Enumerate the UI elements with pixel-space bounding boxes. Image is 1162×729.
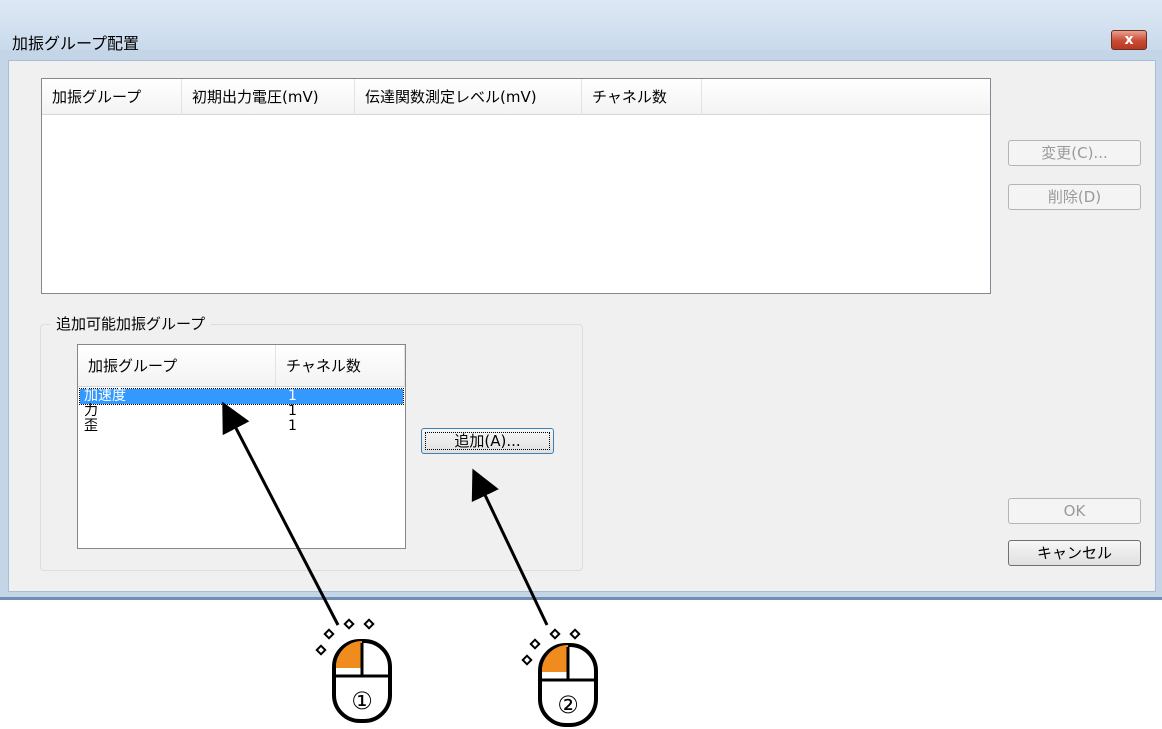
- step-number: ②: [557, 691, 579, 719]
- available-groups-list[interactable]: 加振グループ チャネル数 加速度 1 力 1 歪 1: [77, 344, 406, 549]
- title-bar: 加振グループ配置 x: [0, 0, 1162, 53]
- column-header-group[interactable]: 加振グループ: [78, 345, 276, 387]
- column-header-tf-level[interactable]: 伝達関数測定レベル(mV): [355, 79, 582, 115]
- assigned-groups-list[interactable]: 加振グループ 初期出力電圧(mV) 伝達関数測定レベル(mV) チャネル数: [41, 78, 991, 294]
- item-channels: 1: [288, 388, 297, 404]
- list-item-force[interactable]: 力 1: [80, 404, 403, 419]
- column-header-channels[interactable]: チャネル数: [276, 345, 405, 387]
- list-item-acceleration[interactable]: 加速度 1: [79, 388, 404, 405]
- close-button[interactable]: x: [1111, 30, 1147, 50]
- column-header-channels[interactable]: チャネル数: [582, 79, 702, 115]
- change-button[interactable]: 変更(C)...: [1008, 140, 1141, 166]
- column-header-group[interactable]: 加振グループ: [42, 79, 182, 115]
- item-channels: 1: [288, 403, 297, 419]
- dialog-client-area: 加振グループ 初期出力電圧(mV) 伝達関数測定レベル(mV) チャネル数 変更…: [8, 60, 1156, 592]
- add-button[interactable]: 追加(A)...: [421, 428, 554, 454]
- item-name: 歪: [84, 418, 98, 434]
- mouse-left-click-icon: ①: [315, 618, 392, 723]
- assigned-list-header: 加振グループ 初期出力電圧(mV) 伝達関数測定レベル(mV) チャネル数: [42, 79, 990, 115]
- column-header-initial-voltage[interactable]: 初期出力電圧(mV): [182, 79, 355, 115]
- dialog-window: 加振グループ配置 x 加振グループ 初期出力電圧(mV) 伝達関数測定レベル(m…: [0, 0, 1162, 600]
- delete-button[interactable]: 削除(D): [1008, 184, 1141, 210]
- window-title: 加振グループ配置: [12, 34, 140, 53]
- available-groups-legend: 追加可能加振グループ: [50, 313, 212, 334]
- list-item-strain[interactable]: 歪 1: [80, 419, 403, 434]
- ok-button[interactable]: OK: [1008, 498, 1141, 524]
- available-list-header: 加振グループ チャネル数: [78, 345, 405, 387]
- item-channels: 1: [288, 418, 297, 434]
- item-name: 加速度: [84, 388, 126, 404]
- item-name: 力: [84, 403, 98, 419]
- mouse-left-click-icon: ②: [521, 628, 598, 727]
- cancel-button[interactable]: キャンセル: [1008, 540, 1141, 566]
- close-icon: x: [1124, 32, 1134, 48]
- step-number: ①: [351, 687, 373, 715]
